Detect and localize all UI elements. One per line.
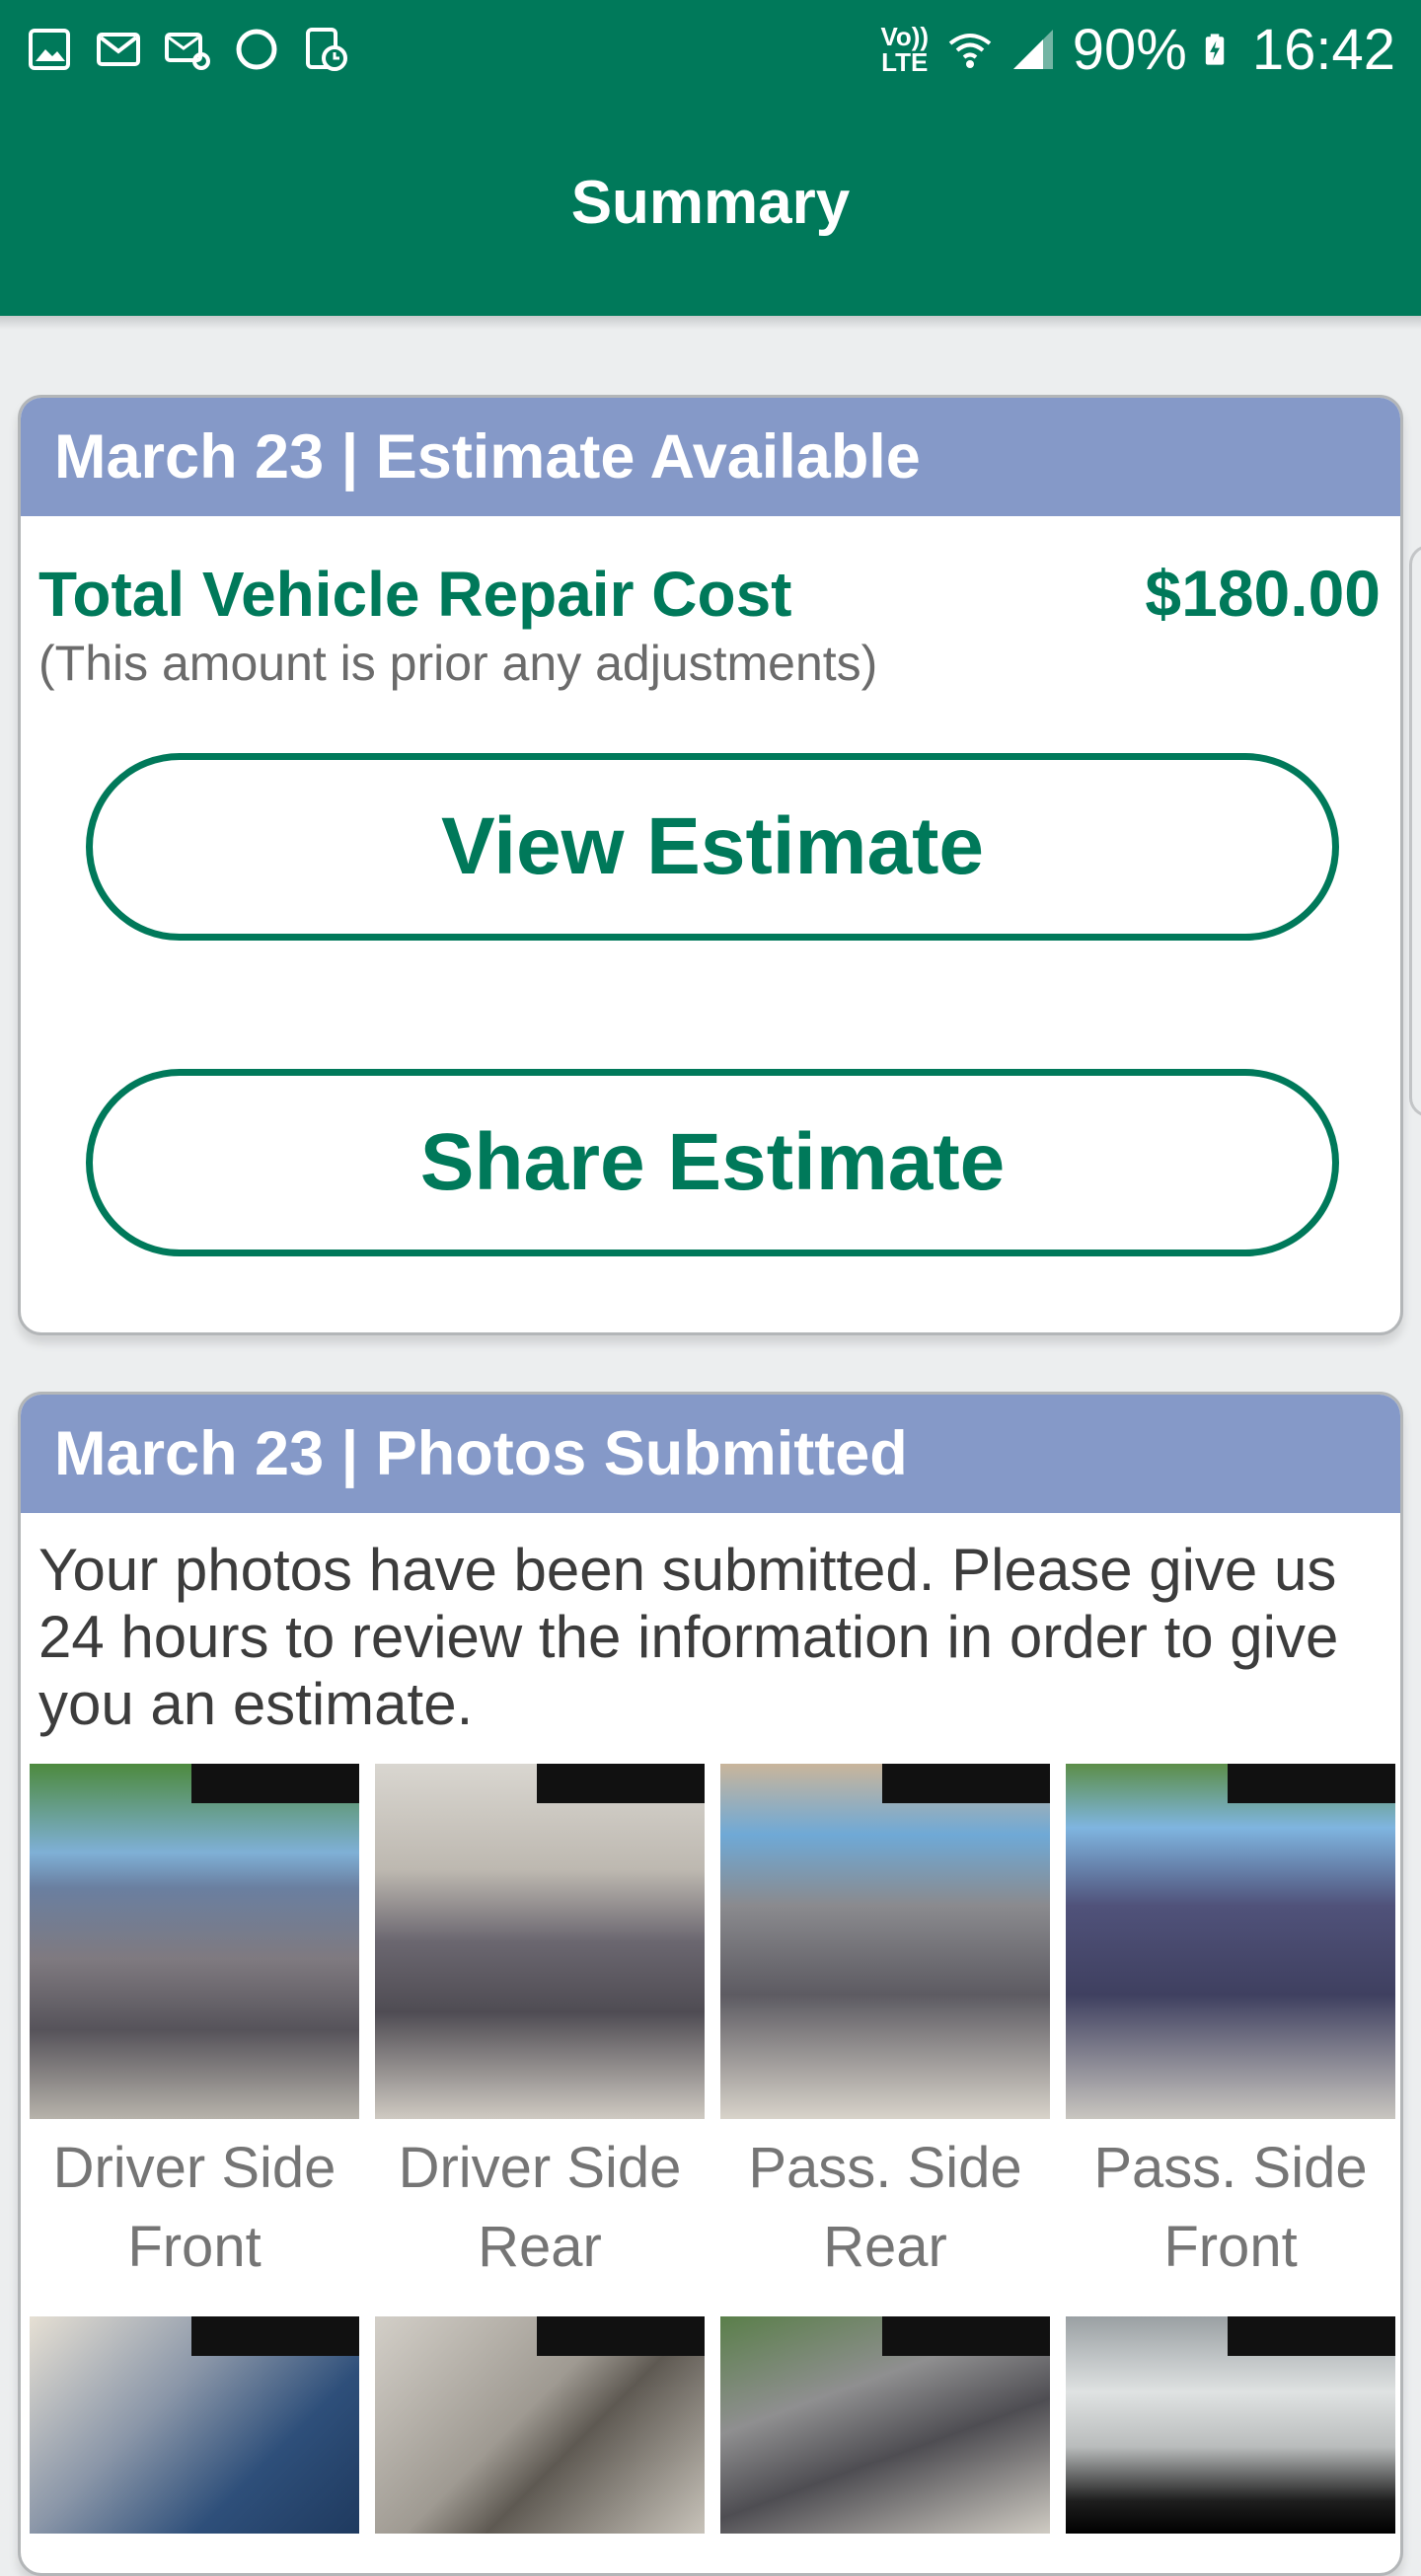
photo-label: Driver Side Rear bbox=[398, 2136, 682, 2279]
signal-icon bbox=[1012, 30, 1053, 69]
photos-message: Your photos have been submitted. Please … bbox=[38, 1537, 1339, 1737]
car-photo-window[interactable] bbox=[1066, 2316, 1395, 2534]
car-photo-bumper[interactable] bbox=[720, 2316, 1050, 2534]
photo-item[interactable] bbox=[375, 2316, 705, 2534]
photo-item[interactable]: Pass. Side Rear bbox=[720, 1764, 1050, 2316]
car-photo-pass-side-front[interactable] bbox=[1066, 1764, 1395, 2119]
total-row: Total Vehicle Repair Cost $180.00 bbox=[21, 516, 1400, 631]
photo-label: Pass. Side Rear bbox=[748, 2136, 1022, 2279]
photos-card: March 23 | Photos Submitted Your photos … bbox=[18, 1392, 1403, 2576]
next-card-edge bbox=[1409, 545, 1421, 1117]
page-title: Summary bbox=[570, 168, 851, 237]
photo-item[interactable]: Pass. Side Front bbox=[1066, 1764, 1395, 2316]
estimate-card: March 23 | Estimate Available Total Vehi… bbox=[18, 395, 1403, 1335]
photo-item[interactable] bbox=[720, 2316, 1050, 2534]
car-photo-driver-side-front[interactable] bbox=[30, 1764, 359, 2119]
total-value: $180.00 bbox=[1145, 557, 1381, 630]
car-photo-pass-side-rear[interactable] bbox=[720, 1764, 1050, 2119]
volte-indicator: Vo)) LTE bbox=[880, 22, 930, 77]
photo-label: Driver Side Front bbox=[52, 2136, 337, 2279]
battery-percent: 90% bbox=[1072, 17, 1187, 82]
estimate-card-title: March 23 | Estimate Available bbox=[54, 422, 921, 492]
status-system: Vo)) LTE 90% 16:42 bbox=[879, 17, 1395, 83]
wifi-icon bbox=[948, 34, 991, 68]
photo-label: Pass. Side Front bbox=[1093, 2136, 1368, 2279]
estimate-card-header: March 23 | Estimate Available bbox=[21, 398, 1400, 516]
clock: 16:42 bbox=[1251, 17, 1395, 82]
photo-item[interactable] bbox=[30, 2316, 359, 2534]
total-note: (This amount is prior any adjustments) bbox=[38, 636, 878, 691]
car-photo-driver-side-rear[interactable] bbox=[375, 1764, 705, 2119]
circle-icon bbox=[236, 29, 277, 70]
total-label: Total Vehicle Repair Cost bbox=[38, 559, 792, 630]
photos-card-header: March 23 | Photos Submitted bbox=[21, 1395, 1400, 1513]
status-notifications bbox=[26, 26, 349, 73]
mail-settings-icon bbox=[165, 33, 210, 70]
photo-grid: Driver Side Front Driver Side Rear Pass.… bbox=[21, 1738, 1400, 2534]
photo-item[interactable]: Driver Side Rear bbox=[375, 1764, 705, 2316]
mail-icon bbox=[97, 33, 140, 66]
share-estimate-button[interactable]: Share Estimate bbox=[86, 1069, 1339, 1256]
view-estimate-button[interactable]: View Estimate bbox=[86, 753, 1339, 941]
device-clock-icon bbox=[306, 28, 347, 71]
status-bar: Vo)) LTE 90% 16:42 bbox=[0, 0, 1421, 99]
gallery-icon bbox=[29, 29, 70, 70]
app-bar: Summary bbox=[0, 99, 1421, 316]
car-photo-damage-closeup[interactable] bbox=[375, 2316, 705, 2534]
car-photo-headlight[interactable] bbox=[30, 2316, 359, 2534]
app-bar-shadow bbox=[0, 316, 1421, 330]
photo-item[interactable] bbox=[1066, 2316, 1395, 2534]
photos-card-title: March 23 | Photos Submitted bbox=[54, 1419, 908, 1488]
photo-item[interactable]: Driver Side Front bbox=[30, 1764, 359, 2316]
battery-charging-icon bbox=[1205, 34, 1225, 65]
